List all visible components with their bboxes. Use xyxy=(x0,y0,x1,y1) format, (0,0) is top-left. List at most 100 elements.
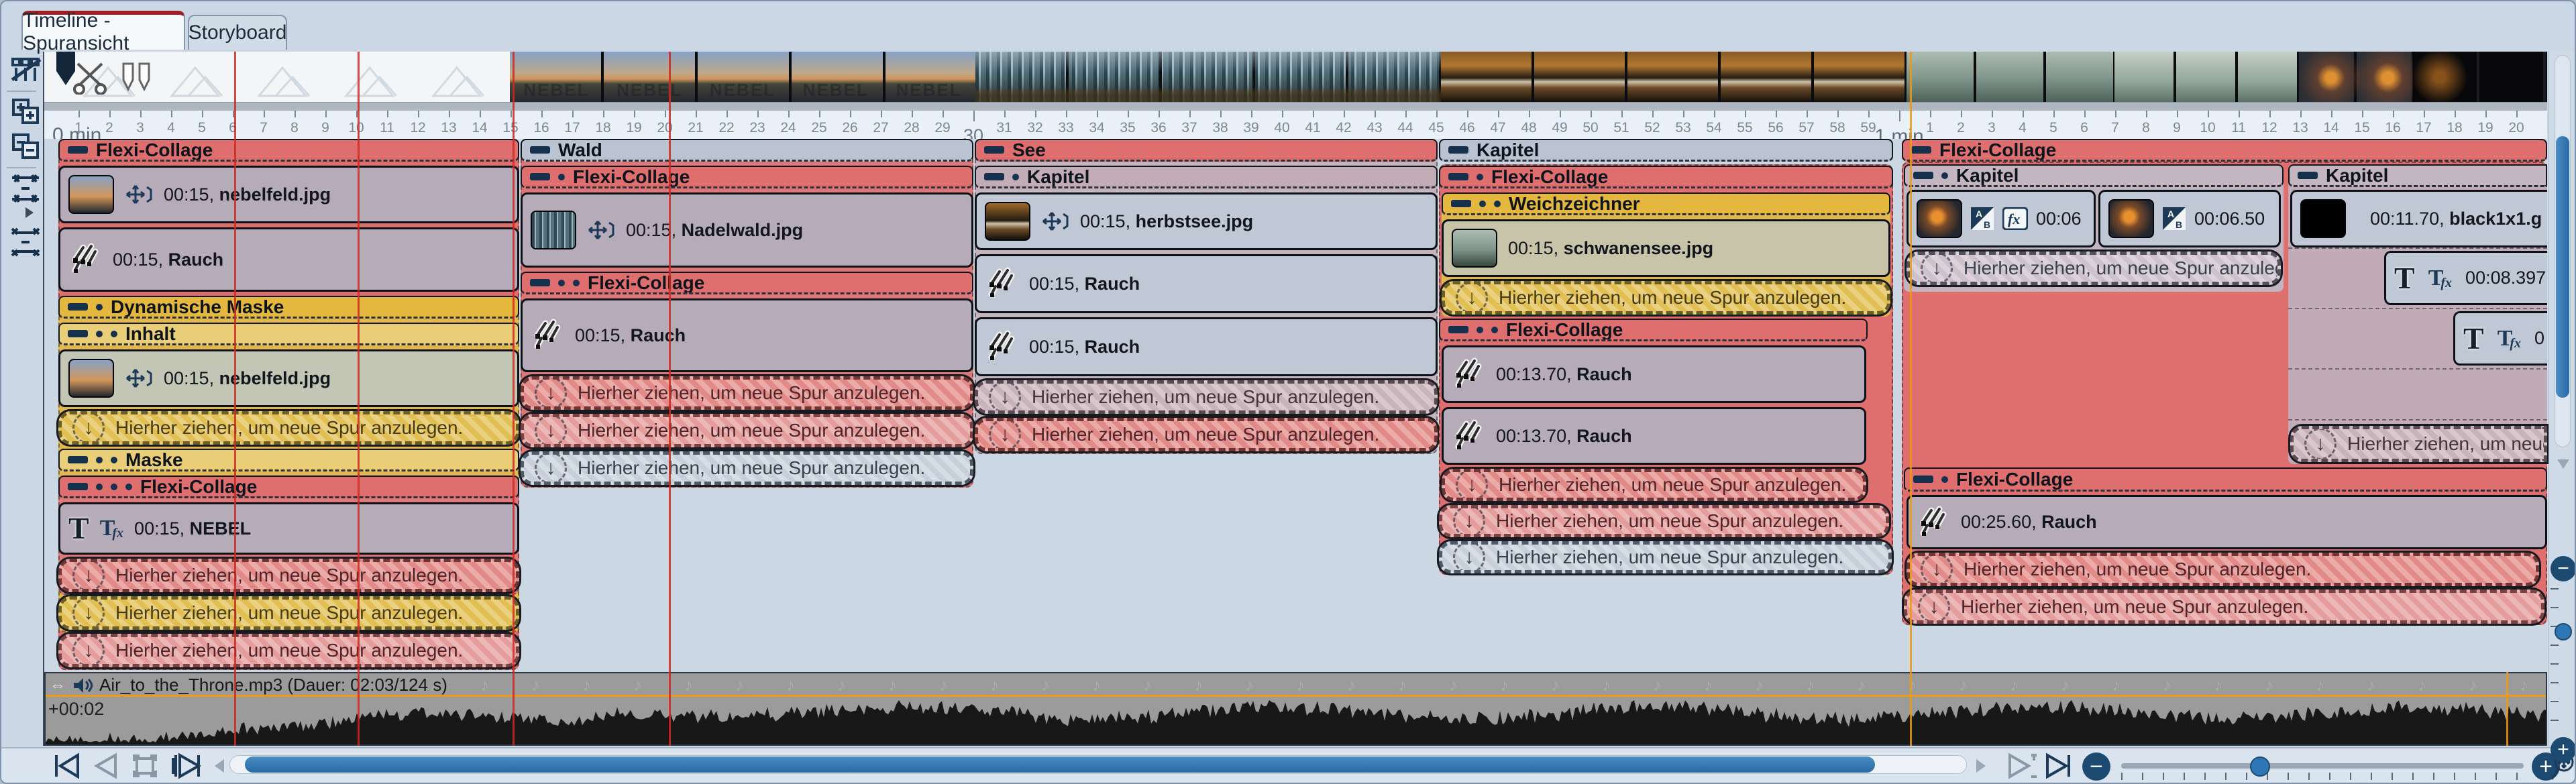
playhead-marker-line[interactable] xyxy=(1910,52,1912,746)
clip-herbstsee[interactable]: 00:15, herbstsee.jpg xyxy=(975,192,1438,250)
dropzone-new-track[interactable]: ↓Hierher ziehen, um neue Spur anzulegen. xyxy=(521,376,973,410)
chapter-marker-line[interactable] xyxy=(234,52,236,746)
header-kapitel-a[interactable]: Kapitel xyxy=(1904,164,2284,187)
track-zoom-thumb[interactable] xyxy=(2555,623,2572,640)
collapse-icon[interactable] xyxy=(2298,172,2318,179)
clip-black1x1[interactable]: AB 00:11.70, black1x1.g xyxy=(2290,190,2547,247)
clip-nebelfeld[interactable]: 00:15, nebelfeld.jpg xyxy=(58,166,519,223)
dropzone-new-track[interactable]: ↓Hierher ziehen, um neue Spur anzulegen. xyxy=(1442,469,1866,501)
clip-nebelfeld-inhalt[interactable]: 00:15, nebelfeld.jpg xyxy=(58,349,519,407)
chapter-marker-line[interactable] xyxy=(669,52,671,746)
horizontal-scrollbar-track[interactable] xyxy=(229,755,1967,774)
dropzone-new-track[interactable]: ↓Hierher ziehen, um neue Spur anzulegen. xyxy=(1442,281,1890,315)
clip-rauch[interactable]: 00:15, Rauch xyxy=(521,298,973,372)
collapse-icon[interactable] xyxy=(1448,326,1468,333)
dropzone-new-track[interactable]: ↓Hierher ziehen, um neue Spur anzulegen. xyxy=(975,418,1438,451)
dropzone-new-track[interactable]: ↓Hierher ziehen, um neue Spur anzulegen. xyxy=(58,596,519,630)
dropzone-new-track[interactable]: ↓Hierher ziehen, um neue Spur anzulegen. xyxy=(521,451,973,485)
zoom-slider-track[interactable] xyxy=(2121,763,2524,769)
collapse-icon[interactable] xyxy=(1913,172,1933,179)
dropzone-new-track[interactable]: ↓Hierher ziehen, um neue Spur anzulegen. xyxy=(1904,590,2544,624)
dropzone-new-track[interactable]: ↓Hierher ziehen, um neue Spur anzulegen. xyxy=(1907,251,2281,285)
clip-text-008397[interactable]: T Tfx 00:08.397 xyxy=(2384,251,2547,305)
clip-schwanensee[interactable]: 00:15, schwanensee.jpg xyxy=(1442,219,1890,277)
header-weichzeichner[interactable]: Weichzeichner xyxy=(1442,192,1890,215)
tab-storyboard[interactable]: Storyboard xyxy=(188,15,287,50)
collapse-icon[interactable] xyxy=(68,303,88,311)
skip-end-button[interactable] xyxy=(2042,751,2074,781)
dropzone-new-track[interactable]: ↓Hierher ziehen, um neue Spur anzulegen. xyxy=(1907,553,2539,586)
dropzone-new-track[interactable]: ↓Hierher ziehen, um neue Spu... xyxy=(2290,426,2547,462)
dropzone-new-track[interactable]: ↓Hierher ziehen, um neue Spur anzulegen. xyxy=(1439,505,1889,537)
clip-nadelwald[interactable]: 00:15, Nadelwald.jpg xyxy=(521,192,973,268)
header-flexi-collage-sub[interactable]: Flexi-Collage xyxy=(1904,467,2547,492)
collapse-icon[interactable] xyxy=(1448,173,1468,180)
audio-marker-line[interactable] xyxy=(2506,672,2508,746)
vertical-scrollbar-thumb[interactable] xyxy=(2556,136,2569,398)
header-flexi-collage[interactable]: Flexi-Collage xyxy=(1439,166,1893,188)
clip-rauch[interactable]: 00:15, Rauch xyxy=(975,317,1438,376)
collapse-icon[interactable] xyxy=(1913,475,1933,483)
previous-frame-button[interactable] xyxy=(91,752,121,779)
filmstrip-preview[interactable]: NEBELNEBELNEBELNEBELNEBEL xyxy=(44,52,2547,102)
collapse-icon[interactable] xyxy=(984,146,1004,154)
clip-rauch-1370[interactable]: 00:13.70, Rauch xyxy=(1442,407,1866,465)
zoom-out-button[interactable]: − xyxy=(2082,752,2110,781)
chapter-marker-line[interactable] xyxy=(513,52,515,746)
clip-sunset-006[interactable]: AB fx 00:06 xyxy=(1907,190,2096,247)
collapse-icon[interactable] xyxy=(530,173,550,180)
clip-rauch-1370[interactable]: 00:13.70, Rauch xyxy=(1442,345,1866,403)
dropzone-new-track[interactable]: ↓Hierher ziehen, um neue Spur anzulegen. xyxy=(521,414,973,447)
header-maske[interactable]: Maske xyxy=(58,449,519,471)
collapse-icon[interactable] xyxy=(1911,146,1931,154)
tab-timeline[interactable]: Timeline - Spuransicht xyxy=(21,11,185,50)
dropzone-new-track[interactable]: ↓Hierher ziehen, um neue Spur anzulegen. xyxy=(58,634,519,667)
header-kapitel[interactable]: Kapitel xyxy=(975,166,1438,188)
scroll-right-arrow[interactable] xyxy=(1976,759,1986,773)
scroll-left-arrow[interactable] xyxy=(215,759,224,773)
collapse-icon[interactable] xyxy=(530,279,550,286)
header-flexi-collage-nested[interactable]: Flexi-Collage xyxy=(1439,319,1868,341)
collapse-icon[interactable] xyxy=(984,173,1004,180)
expand-height-icon[interactable] xyxy=(9,227,42,257)
header-dynamische-maske[interactable]: Dynamische Maske xyxy=(58,296,519,319)
zoom-slider-thumb[interactable] xyxy=(2250,757,2270,777)
header-wald[interactable]: Wald xyxy=(521,139,973,162)
clip-rauch[interactable]: 00:15, Rauch xyxy=(58,227,519,292)
collapse-icon[interactable] xyxy=(1451,200,1471,207)
header-flexi-collage[interactable]: Flexi-Collage xyxy=(1902,139,2547,162)
play-to-end-button[interactable] xyxy=(2004,751,2039,781)
track-zoom-in-button[interactable]: + xyxy=(2551,737,2576,763)
collapse-icon[interactable] xyxy=(68,456,88,463)
object-mode-icon[interactable] xyxy=(11,57,42,84)
horizontal-scrollbar-thumb[interactable] xyxy=(245,757,1875,773)
header-kapitel-b[interactable]: Kapitel xyxy=(2288,164,2547,187)
header-see[interactable]: See xyxy=(975,139,1438,162)
zoom-out-tracks-icon[interactable] xyxy=(11,132,42,160)
range-button[interactable] xyxy=(130,752,160,779)
scro ll-down-arrow[interactable] xyxy=(2557,459,2569,469)
collapse-icon[interactable] xyxy=(68,146,88,154)
play-range-button[interactable] xyxy=(169,751,205,781)
clip-nebel-title[interactable]: T Tfx 00:15, NEBEL xyxy=(58,502,519,555)
clip-text-2[interactable]: T Tfx 0 xyxy=(2453,311,2547,366)
collapse-icon[interactable] xyxy=(68,330,88,337)
header-kapitel[interactable]: Kapitel xyxy=(1439,139,1893,162)
rail-flyout-arrow-icon[interactable] xyxy=(25,207,34,218)
collapse-icon[interactable] xyxy=(68,483,88,490)
header-inhalt[interactable]: Inhalt xyxy=(58,323,519,345)
header-flexi-collage[interactable]: Flexi-Collage xyxy=(58,139,519,162)
dropzone-new-track[interactable]: ↓Hierher ziehen, um neue Spur anzulegen. xyxy=(975,380,1438,414)
clip-rauch-2560[interactable]: 00:25.60, Rauch xyxy=(1907,495,2547,549)
track-zoom-out-button[interactable]: − xyxy=(2551,556,2576,581)
dropzone-new-track[interactable]: ↓Hierher ziehen, um neue Spur anzulegen. xyxy=(58,411,519,445)
chapter-marker-line[interactable] xyxy=(358,52,360,746)
zoom-in-tracks-icon[interactable] xyxy=(11,97,42,125)
volume-line[interactable] xyxy=(46,695,2546,697)
vertical-scrollbar-track[interactable] xyxy=(2555,55,2571,447)
skip-start-button[interactable] xyxy=(51,752,86,779)
dropzone-new-track[interactable]: ↓Hierher ziehen, um neue Spur anzulegen. xyxy=(58,559,519,592)
clip-rauch[interactable]: 00:15, Rauch xyxy=(975,254,1438,313)
collapse-icon[interactable] xyxy=(1448,146,1468,154)
header-flexi-collage-nested[interactable]: Flexi-Collage xyxy=(58,475,519,498)
